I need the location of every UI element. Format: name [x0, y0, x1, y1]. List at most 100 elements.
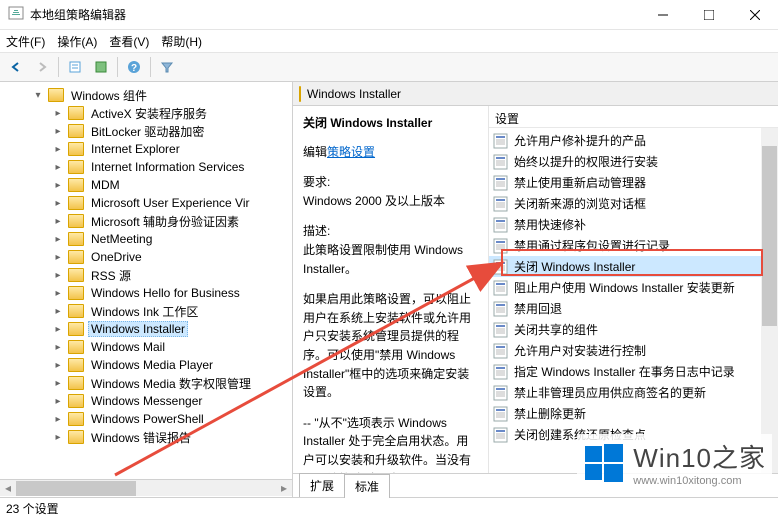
setting-label: 始终以提升的权限进行安装 — [514, 153, 658, 170]
tree-item[interactable]: ▸Windows Mail — [0, 338, 292, 356]
tree-item-label: Windows PowerShell — [88, 411, 207, 427]
expand-icon[interactable]: ▸ — [52, 252, 64, 263]
expand-icon[interactable]: ▸ — [52, 414, 64, 425]
settings-vertical-scrollbar[interactable] — [761, 128, 778, 473]
tab-standard[interactable]: 标准 — [344, 474, 390, 498]
expand-icon[interactable]: ▸ — [52, 198, 64, 209]
minimize-button[interactable] — [640, 0, 686, 30]
tree-item[interactable]: ▸ Windows Hello for Business — [0, 284, 292, 302]
expand-icon[interactable]: ▸ — [52, 306, 64, 317]
tree-parent-label[interactable]: Windows 组件 — [68, 86, 150, 105]
tree-item[interactable]: ▸Internet Information Services — [0, 158, 292, 176]
tree-item-label: NetMeeting — [88, 231, 155, 247]
tree-item[interactable]: ▸ OneDrive — [0, 248, 292, 266]
right-header-title: Windows Installer — [307, 87, 401, 101]
expand-icon[interactable]: ▸ — [52, 162, 64, 173]
menu-view[interactable]: 查看(V) — [109, 33, 149, 50]
setting-row[interactable]: 指定 Windows Installer 在事务日志中记录 — [489, 361, 778, 382]
tree-item[interactable]: ▸Windows Media Player — [0, 356, 292, 374]
requirement-label: 要求: — [303, 173, 480, 192]
watermark: Win10之家 www.win10xitong.com — [577, 434, 772, 491]
expand-icon[interactable]: ▸ — [52, 288, 64, 299]
setting-row[interactable]: 禁止非管理员应用供应商签名的更新 — [489, 382, 778, 403]
setting-row[interactable]: 阻止用户使用 Windows Installer 安装更新 — [489, 277, 778, 298]
setting-icon — [493, 196, 509, 212]
tree-view[interactable]: ▾ Windows 组件 ▸ ActiveX 安装程序服务▸BitLocker 驱动器… — [0, 82, 292, 479]
tree-item-label: Windows 错误报告 — [88, 428, 194, 447]
tree-item[interactable]: ▸ Windows Installer — [0, 320, 292, 338]
tree-item[interactable]: ▸Internet Explorer — [0, 140, 292, 158]
folder-icon — [68, 304, 84, 318]
folder-icon — [68, 286, 84, 300]
setting-row[interactable]: 禁用快速修补 — [489, 214, 778, 235]
setting-row[interactable]: 始终以提升的权限进行安装 — [489, 151, 778, 172]
tree-item[interactable]: ▸ NetMeeting — [0, 230, 292, 248]
help-button[interactable]: ? — [122, 55, 146, 79]
expand-icon[interactable]: ▸ — [52, 342, 64, 353]
horizontal-scrollbar[interactable]: ◂ ▸ — [0, 479, 292, 496]
expand-icon[interactable]: ▸ — [52, 234, 64, 245]
tree-item-label: OneDrive — [88, 249, 145, 265]
tree-item[interactable]: ▸Windows Messenger — [0, 392, 292, 410]
tree-item-label: MDM — [88, 177, 123, 193]
tree-item[interactable]: ▸BitLocker 驱动器加密 — [0, 122, 292, 140]
setting-row[interactable]: 关闭共享的组件 — [489, 319, 778, 340]
expand-icon[interactable]: ▸ — [52, 108, 64, 119]
tree-item[interactable]: ▸ Microsoft User Experience Vir — [0, 194, 292, 212]
filter-button[interactable] — [155, 55, 179, 79]
setting-icon — [493, 406, 509, 422]
close-button[interactable] — [732, 0, 778, 30]
tree-item[interactable]: ▸ Windows PowerShell — [0, 410, 292, 428]
expand-icon[interactable]: ▸ — [52, 270, 64, 281]
setting-label: 禁止删除更新 — [514, 405, 586, 422]
requirement-text: Windows 2000 及以上版本 — [303, 192, 480, 211]
tree-item[interactable]: ▸ ActiveX 安装程序服务 — [0, 104, 292, 122]
expand-icon[interactable]: ▸ — [52, 126, 64, 137]
expand-icon[interactable]: ▸ — [52, 144, 64, 155]
edit-policy-link[interactable]: 策略设置 — [327, 145, 375, 159]
tree-item-label: Microsoft User Experience Vir — [88, 195, 253, 211]
tab-extended[interactable]: 扩展 — [299, 473, 345, 497]
settings-column-header[interactable]: 设置 — [489, 106, 778, 128]
expand-icon[interactable]: ▸ — [52, 216, 64, 227]
expand-icon[interactable]: ▸ — [52, 360, 64, 371]
setting-row[interactable]: 禁用回退 — [489, 298, 778, 319]
setting-label: 允许用户对安装进行控制 — [514, 342, 646, 359]
tree-item[interactable]: ▸ Windows 错误报告 — [0, 428, 292, 446]
expand-icon[interactable]: ▸ — [52, 432, 64, 443]
list-button[interactable] — [89, 55, 113, 79]
setting-label: 禁止使用重新启动管理器 — [514, 174, 646, 191]
setting-row[interactable]: 关闭新来源的浏览对话框 — [489, 193, 778, 214]
folder-icon — [68, 430, 84, 444]
setting-row[interactable]: 禁止删除更新 — [489, 403, 778, 424]
setting-label: 允许用户修补提升的产品 — [514, 132, 646, 149]
tree-item[interactable]: ▸RSS 源 — [0, 266, 292, 284]
description-text-1: 此策略设置限制使用 Windows Installer。 — [303, 241, 480, 278]
properties-button[interactable] — [63, 55, 87, 79]
setting-label: 阻止用户使用 Windows Installer 安装更新 — [514, 279, 735, 296]
setting-row[interactable]: 允许用户修补提升的产品 — [489, 130, 778, 151]
expand-icon[interactable]: ▸ — [52, 378, 64, 389]
back-button[interactable] — [4, 55, 28, 79]
expand-icon[interactable]: ▸ — [52, 396, 64, 407]
tree-item-label: Windows Hello for Business — [88, 285, 243, 301]
tree-item[interactable]: ▸Windows Ink 工作区 — [0, 302, 292, 320]
tree-item[interactable]: ▸Microsoft 辅助身份验证因素 — [0, 212, 292, 230]
menu-action[interactable]: 操作(A) — [57, 33, 97, 50]
maximize-button[interactable] — [686, 0, 732, 30]
collapse-icon[interactable]: ▾ — [32, 90, 44, 101]
settings-list[interactable]: 允许用户修补提升的产品始终以提升的权限进行安装禁止使用重新启动管理器关闭新来源的… — [489, 128, 778, 447]
tree-item[interactable]: ▸Windows Media 数字权限管理 — [0, 374, 292, 392]
tree-item-label: Windows Installer — [88, 321, 188, 337]
setting-label: 关闭共享的组件 — [514, 321, 598, 338]
expand-icon[interactable]: ▸ — [52, 180, 64, 191]
forward-button[interactable] — [30, 55, 54, 79]
setting-row[interactable]: 允许用户对安装进行控制 — [489, 340, 778, 361]
menu-help[interactable]: 帮助(H) — [161, 33, 202, 50]
expand-icon[interactable]: ▸ — [52, 324, 64, 335]
tree-item[interactable]: ▸ MDM — [0, 176, 292, 194]
tree-item-label: ActiveX 安装程序服务 — [88, 104, 210, 123]
setting-label: 禁用回退 — [514, 300, 562, 317]
menu-file[interactable]: 文件(F) — [6, 33, 45, 50]
setting-row[interactable]: 禁止使用重新启动管理器 — [489, 172, 778, 193]
